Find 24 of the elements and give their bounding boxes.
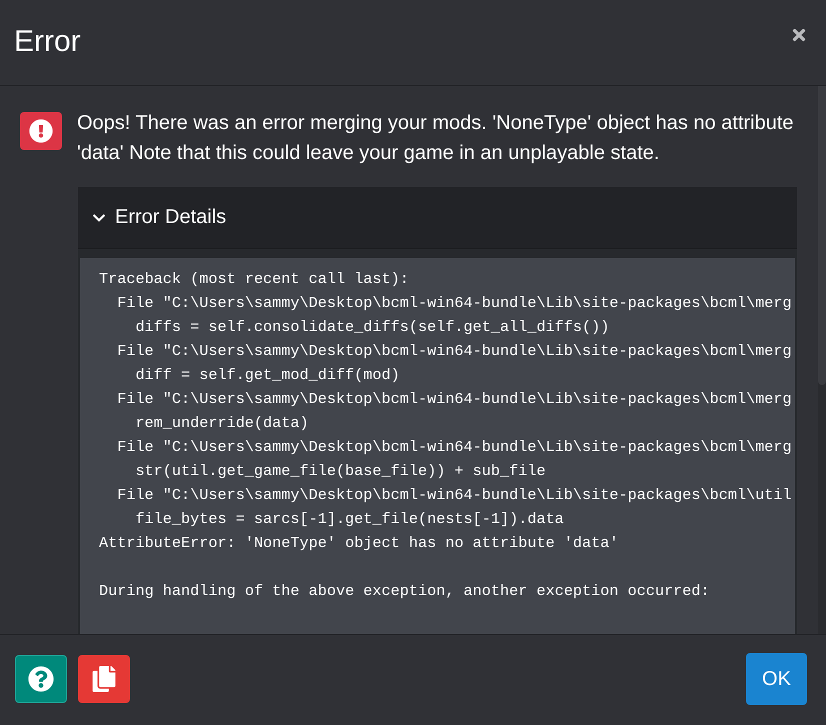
traceback-line: File "C:\Users\sammy\Desktop\bcml-win64-bundle\Lib\site-packages\bcml\merg [117, 341, 793, 362]
error-message: Oops! There was an error merging your mods. 'NoneType' object has no attribute 'data' Note that this could leave your game in an unplayable state. [77, 111, 795, 166]
traceback-line: File "C:\Users\sammy\Desktop\bcml-win64-bundle\Lib\site-packages\bcml\merg [117, 389, 793, 410]
traceback-line: File "C:\Users\sammy\Desktop\bcml-win64-bundle\Lib\site-packages\bcml\util [117, 485, 793, 506]
traceback-line: rem_underride(data) [135, 413, 310, 434]
dialog-title: Error [14, 24, 81, 60]
help-icon [28, 666, 54, 692]
help-button[interactable] [15, 655, 67, 703]
scrollbar-track[interactable] [818, 86, 826, 634]
traceback-line: File "C:\Users\sammy\Desktop\bcml-win64-bundle\Lib\site-packages\bcml\merg [117, 293, 793, 314]
copy-icon [91, 666, 117, 692]
traceback-line: Traceback (most recent call last): [99, 269, 410, 290]
traceback-line: diff = self.get_mod_diff(mod) [135, 365, 401, 386]
traceback-line: File "C:\Users\sammy\Desktop\bcml-win64-bundle\Lib\site-packages\bcml\merg [117, 437, 793, 458]
traceback-line: file_bytes = sarcs[-1].get_file(nests[-1]).data [135, 509, 565, 530]
error-icon [20, 112, 62, 150]
traceback-line: str(util.get_game_file(base_file)) + sub_file [135, 461, 547, 482]
details-toggle[interactable]: Error Details [78, 187, 797, 249]
traceback-line: diffs = self.consolidate_diffs(self.get_all_diffs()) [135, 317, 610, 338]
copy-button[interactable] [78, 655, 130, 703]
ok-button[interactable]: OK [746, 653, 807, 705]
traceback-line: AttributeError: 'NoneType' object has no attribute 'data' [99, 533, 620, 554]
scrollbar-thumb[interactable] [818, 86, 826, 385]
traceback-line: During handling of the above exception, another exception occurred: [99, 581, 711, 602]
